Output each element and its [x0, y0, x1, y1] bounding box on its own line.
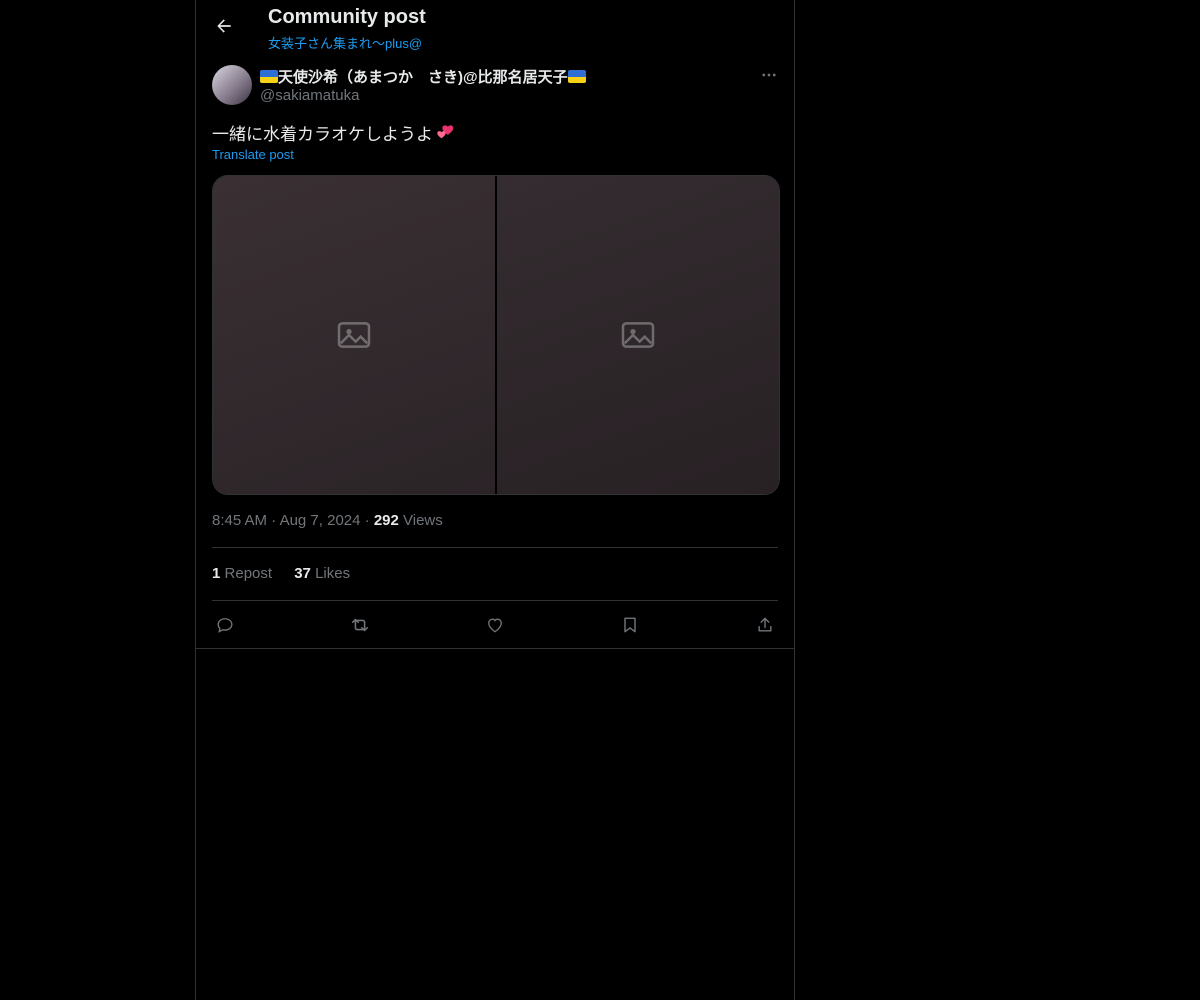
author-display-name: 天使沙希（あまつか さき)@比那名居天子	[278, 69, 568, 86]
two-hearts-emoji-icon	[437, 124, 454, 138]
likes-stat[interactable]: 37 Likes	[294, 565, 350, 582]
post-photo-1[interactable]	[213, 176, 495, 494]
image-placeholder-icon	[621, 322, 655, 348]
likes-label: Likes	[315, 565, 351, 582]
ukraine-flag-icon	[567, 70, 586, 83]
translate-post-link[interactable]: Translate post	[212, 147, 294, 162]
engagement-stats: 1 Repost 37 Likes	[212, 565, 368, 582]
divider	[212, 600, 778, 601]
post-time[interactable]: 8:45 AM	[212, 512, 267, 529]
meta-separator: ·	[271, 512, 277, 529]
author-name[interactable]: 天使沙希（あまつか さき)@比那名居天子	[260, 66, 586, 87]
post-date[interactable]: Aug 7, 2024	[280, 512, 361, 529]
like-button[interactable]	[482, 612, 508, 638]
post-column: Community post 女装子さん集まれ〜plus@ 天使沙希（あまつか …	[195, 0, 795, 1000]
reply-icon	[217, 618, 233, 633]
meta-separator: ·	[364, 512, 370, 529]
reposts-label: Repost	[224, 565, 273, 582]
author-handle[interactable]: @sakiamatuka	[260, 87, 359, 104]
heart-icon	[488, 618, 502, 633]
action-bar	[212, 612, 778, 638]
page-header: Community post 女装子さん集まれ〜plus@	[196, 0, 794, 56]
more-button[interactable]	[758, 64, 780, 86]
more-horizontal-icon	[762, 73, 776, 77]
likes-count: 37	[294, 565, 311, 582]
share-button[interactable]	[752, 612, 778, 638]
views-count: 292	[373, 512, 399, 529]
post-body: 一緒に水着カラオケしようよ	[212, 125, 433, 144]
avatar[interactable]	[212, 65, 252, 105]
reposts-count: 1	[212, 565, 221, 582]
image-placeholder-icon	[337, 322, 371, 348]
share-icon	[758, 617, 772, 632]
repost-icon	[351, 618, 369, 632]
bookmark-button[interactable]	[617, 612, 643, 638]
media-grid	[212, 175, 780, 495]
ukraine-flag-icon	[260, 70, 278, 83]
reply-button[interactable]	[212, 612, 238, 638]
divider	[212, 547, 778, 548]
page-title: Community post	[268, 6, 426, 28]
bookmark-icon	[624, 617, 636, 633]
post-photo-2[interactable]	[497, 176, 779, 494]
post-meta: 8:45 AM · Aug 7, 2024 · 292 Views	[212, 512, 443, 529]
divider	[196, 648, 794, 649]
arrow-left-icon	[217, 19, 231, 33]
views-label: Views	[403, 512, 443, 529]
post-text: 一緒に水着カラオケしようよ	[212, 120, 457, 145]
reposts-stat[interactable]: 1 Repost	[212, 565, 272, 582]
repost-button[interactable]	[347, 612, 373, 638]
back-button[interactable]	[212, 14, 236, 38]
community-link[interactable]: 女装子さん集まれ〜plus@	[268, 33, 422, 52]
